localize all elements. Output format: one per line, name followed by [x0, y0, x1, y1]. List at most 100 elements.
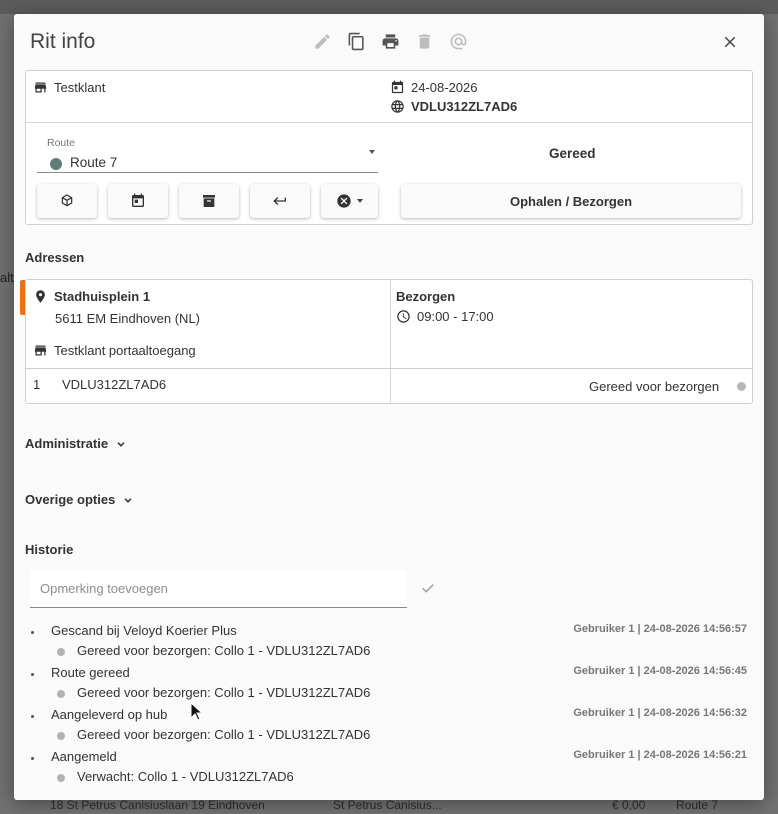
administratie-label: Administratie	[25, 436, 109, 451]
history-meta: Gebruiker 1 | 24-08-2026 14:56:32	[573, 707, 747, 719]
address-accent-bar	[20, 280, 25, 315]
address-contact-row: Testklant portaaltoegang	[33, 343, 196, 358]
history-entry: Aangeleverd op hub Gebruiker 1 | 24-08-2…	[14, 707, 764, 749]
address-street-row: Stadhuisplein 1	[33, 289, 150, 304]
bullet-icon	[31, 631, 34, 634]
collo-status-dot	[737, 382, 746, 391]
return-arrow-icon	[273, 197, 286, 205]
print-icon[interactable]	[379, 30, 401, 52]
schedule-button[interactable]	[108, 184, 168, 218]
chevron-down-icon	[124, 497, 132, 503]
edit-icon[interactable]	[311, 30, 333, 52]
address-contact: Testklant portaaltoegang	[54, 343, 196, 358]
tracking-code: VDLU312ZL7AD6	[411, 99, 518, 114]
history-detail: Gereed voor bezorgen: Collo 1 - VDLU312Z…	[77, 727, 371, 742]
time-window-row: 09:00 - 17:00	[396, 309, 494, 324]
bullet-icon	[31, 715, 34, 718]
address-city: 5611 EM Eindhoven (NL)	[55, 311, 201, 326]
ride-status: Gereed	[549, 146, 596, 161]
history-entry: Route gereed Gebruiker 1 | 24-08-2026 14…	[14, 665, 764, 707]
route-value: Route 7	[70, 155, 118, 170]
history-event: Gescand bij Veloyd Koerier Plus	[51, 623, 237, 638]
bullet-icon	[31, 757, 34, 760]
archive-icon	[203, 195, 215, 207]
chevron-down-icon	[117, 441, 125, 447]
addresses-heading: Adressen	[25, 250, 85, 265]
calendar-icon	[132, 193, 144, 207]
history-detail: Verwacht: Collo 1 - VDLU312ZL7AD6	[77, 769, 294, 784]
backdrop-table-row: 18 St Petrus Canisiuslaan 19 Eindhoven S…	[0, 798, 778, 814]
cancel-circle-icon	[337, 194, 351, 208]
backdrop-cell: 18 St Petrus Canisiuslaan 19 Eindhoven	[50, 798, 265, 812]
collo-index: 1	[33, 377, 41, 392]
store-icon	[34, 345, 47, 356]
location-pin-icon	[36, 290, 45, 303]
card-divider	[26, 122, 752, 123]
backdrop-top-strip	[0, 0, 778, 14]
package-sync-icon	[61, 194, 73, 207]
route-color-dot	[50, 158, 62, 170]
history-heading: Historie	[25, 542, 74, 557]
collo-code: VDLU312ZL7AD6	[62, 377, 167, 392]
status-dot-icon	[57, 774, 65, 782]
submit-check-icon[interactable]	[419, 579, 437, 597]
backdrop-left-text: alt	[0, 270, 14, 285]
close-icon[interactable]	[720, 32, 740, 52]
status-dot-icon	[57, 648, 65, 656]
package-button[interactable]	[37, 184, 97, 218]
backdrop-cell: Route 7	[676, 798, 719, 812]
address-column-divider	[390, 280, 391, 403]
stop-type: Bezorgen	[396, 289, 456, 304]
ride-info-dialog: Rit info Testklant 24-08-2026 VDLU312ZL7…	[14, 14, 764, 800]
history-event: Route gereed	[51, 665, 130, 680]
status-dot-icon	[57, 690, 65, 698]
bullet-icon	[31, 673, 34, 676]
history-meta: Gebruiker 1 | 24-08-2026 14:56:57	[573, 623, 747, 635]
globe-icon	[391, 100, 404, 113]
history-meta: Gebruiker 1 | 24-08-2026 14:56:45	[573, 665, 747, 677]
dropdown-caret-icon	[357, 199, 363, 203]
history-entry: Gescand bij Veloyd Koerier Plus Gebruike…	[14, 623, 764, 665]
clock-icon	[397, 310, 410, 323]
archive-button[interactable]	[179, 184, 239, 218]
collo-status: Gereed voor bezorgen	[589, 379, 720, 394]
time-window: 09:00 - 17:00	[417, 309, 494, 324]
customer-row: Testklant	[33, 80, 105, 95]
address-street: Stadhuisplein 1	[54, 289, 151, 304]
route-select[interactable]: Route Route 7	[37, 137, 378, 173]
mouse-cursor-icon	[190, 702, 204, 721]
customer-name: Testklant	[54, 80, 106, 95]
remark-field[interactable]	[30, 570, 407, 608]
dialog-toolbar	[311, 30, 469, 52]
email-icon[interactable]	[447, 30, 469, 52]
copy-icon[interactable]	[345, 30, 367, 52]
cancel-menu-button[interactable]	[321, 184, 378, 218]
collo-row-divider	[26, 368, 752, 369]
history-detail: Gereed voor bezorgen: Collo 1 - VDLU312Z…	[77, 685, 371, 700]
ride-date: 24-08-2026	[411, 80, 478, 95]
administratie-toggle[interactable]: Administratie	[25, 436, 128, 451]
route-label: Route	[47, 137, 76, 149]
history-detail: Gereed voor bezorgen: Collo 1 - VDLU312Z…	[77, 643, 371, 658]
history-event: Aangemeld	[51, 749, 117, 764]
dropdown-caret-icon	[369, 150, 375, 154]
history-meta: Gebruiker 1 | 24-08-2026 14:56:21	[573, 749, 747, 761]
delete-icon[interactable]	[413, 30, 435, 52]
remark-input[interactable]	[30, 570, 407, 607]
backdrop-cell: St Petrus Canisius...	[333, 798, 442, 812]
history-event: Aangeleverd op hub	[51, 707, 168, 722]
ride-summary-card: Testklant 24-08-2026 VDLU312ZL7AD6 Route…	[25, 70, 753, 225]
address-card: Stadhuisplein 1 5611 EM Eindhoven (NL) T…	[20, 279, 753, 404]
calendar-icon	[391, 80, 404, 94]
overige-opties-toggle[interactable]: Overige opties	[25, 492, 135, 507]
status-dot-icon	[57, 732, 65, 740]
dialog-title: Rit info	[30, 30, 96, 53]
tracking-row: VDLU312ZL7AD6	[390, 99, 517, 114]
backdrop-cell: € 0,00	[612, 798, 646, 812]
history-entry: Aangemeld Gebruiker 1 | 24-08-2026 14:56…	[14, 749, 764, 791]
pickup-deliver-button[interactable]: Ophalen / Bezorgen	[401, 184, 741, 218]
return-button[interactable]	[250, 184, 310, 218]
store-icon	[34, 82, 47, 93]
overige-opties-label: Overige opties	[25, 492, 116, 507]
date-row: 24-08-2026	[390, 80, 478, 95]
